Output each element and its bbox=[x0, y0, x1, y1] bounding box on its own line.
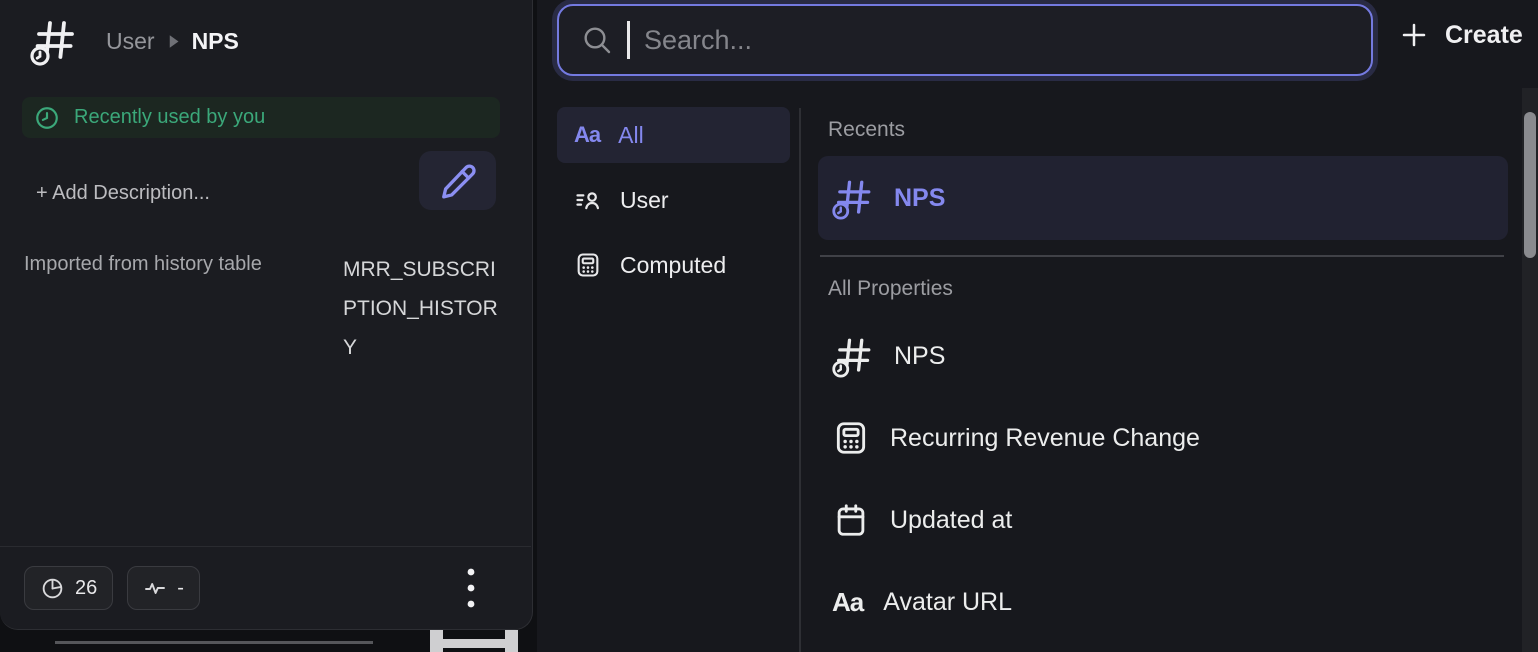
calculator-icon bbox=[832, 419, 870, 457]
category-computed[interactable]: Computed bbox=[557, 237, 790, 293]
background-line bbox=[55, 641, 373, 644]
recently-used-label: Recently used by you bbox=[74, 106, 265, 129]
category-label: All bbox=[618, 122, 644, 149]
section-title-all-properties: All Properties bbox=[828, 277, 1508, 301]
detail-label: Imported from history table bbox=[24, 253, 262, 276]
result-label: Avatar URL bbox=[883, 588, 1012, 617]
search-input[interactable] bbox=[644, 6, 1371, 74]
trend-value: - bbox=[177, 577, 184, 600]
result-label: Recurring Revenue Change bbox=[890, 424, 1200, 453]
result-row-nps-recent[interactable]: NPS bbox=[818, 156, 1508, 240]
add-description-button[interactable]: + Add Description... bbox=[36, 182, 210, 205]
all-properties-list: NPS Recurring Revenue Change bbox=[818, 315, 1508, 643]
result-row-recurring-revenue-change[interactable]: Recurring Revenue Change bbox=[818, 397, 1508, 479]
result-row-avatar-url[interactable]: Aa Avatar URL bbox=[818, 561, 1508, 643]
result-label: NPS bbox=[894, 184, 945, 213]
category-user[interactable]: User bbox=[557, 172, 790, 228]
usage-count-button[interactable]: 26 bbox=[24, 566, 113, 610]
category-all[interactable]: Aa All bbox=[557, 107, 790, 163]
usage-count-value: 26 bbox=[75, 577, 97, 600]
numeric-property-history-icon bbox=[832, 334, 874, 378]
numeric-property-history-icon bbox=[30, 16, 78, 66]
recently-used-badge: Recently used by you bbox=[22, 97, 500, 138]
result-row-nps[interactable]: NPS bbox=[818, 315, 1508, 397]
scrollbar[interactable] bbox=[1522, 88, 1538, 652]
search-box[interactable] bbox=[557, 4, 1373, 76]
create-label: Create bbox=[1445, 21, 1523, 50]
trend-button[interactable]: - bbox=[127, 566, 200, 610]
plus-icon bbox=[1399, 20, 1429, 50]
activity-pulse-icon bbox=[143, 576, 167, 600]
pie-chart-icon bbox=[40, 576, 65, 601]
chevron-right-icon bbox=[167, 34, 180, 49]
property-detail-panel: User NPS Recently used by you bbox=[0, 0, 533, 630]
detail-value: MRR_SUBSCRIPTION_HISTORY bbox=[343, 250, 503, 367]
search-modal: Create Aa All User bbox=[537, 0, 1538, 652]
background-shape bbox=[430, 639, 518, 648]
pencil-icon bbox=[439, 162, 477, 200]
breadcrumb-parent[interactable]: User bbox=[106, 28, 155, 55]
result-label: Updated at bbox=[890, 506, 1012, 535]
category-label: Computed bbox=[620, 252, 726, 279]
panel-header: User NPS bbox=[30, 16, 239, 66]
more-options-button[interactable] bbox=[457, 566, 485, 610]
create-button[interactable]: Create bbox=[1399, 20, 1523, 50]
user-list-icon bbox=[574, 186, 602, 214]
screen: User NPS Recently used by you bbox=[0, 0, 1538, 652]
text-type-icon: Aa bbox=[832, 587, 863, 618]
numeric-property-history-icon bbox=[832, 176, 874, 220]
result-label: NPS bbox=[894, 342, 945, 371]
text-type-icon: Aa bbox=[574, 122, 600, 148]
category-label: User bbox=[620, 187, 669, 214]
divider bbox=[799, 108, 801, 652]
edit-description-button[interactable] bbox=[419, 151, 496, 210]
results-list: Recents NPS All Properties bbox=[818, 108, 1508, 643]
breadcrumb: User NPS bbox=[106, 28, 239, 55]
section-title-recents: Recents bbox=[828, 118, 1508, 142]
search-icon bbox=[581, 24, 613, 56]
category-filter-list: Aa All User bbox=[557, 107, 790, 293]
clock-icon bbox=[34, 105, 60, 131]
panel-footer: 26 - bbox=[0, 546, 531, 629]
text-caret bbox=[627, 21, 630, 59]
scrollbar-thumb[interactable] bbox=[1524, 112, 1536, 258]
divider bbox=[820, 255, 1504, 257]
breadcrumb-current: NPS bbox=[192, 28, 239, 55]
calendar-icon bbox=[832, 501, 870, 539]
result-row-updated-at[interactable]: Updated at bbox=[818, 479, 1508, 561]
calculator-icon bbox=[574, 251, 602, 279]
